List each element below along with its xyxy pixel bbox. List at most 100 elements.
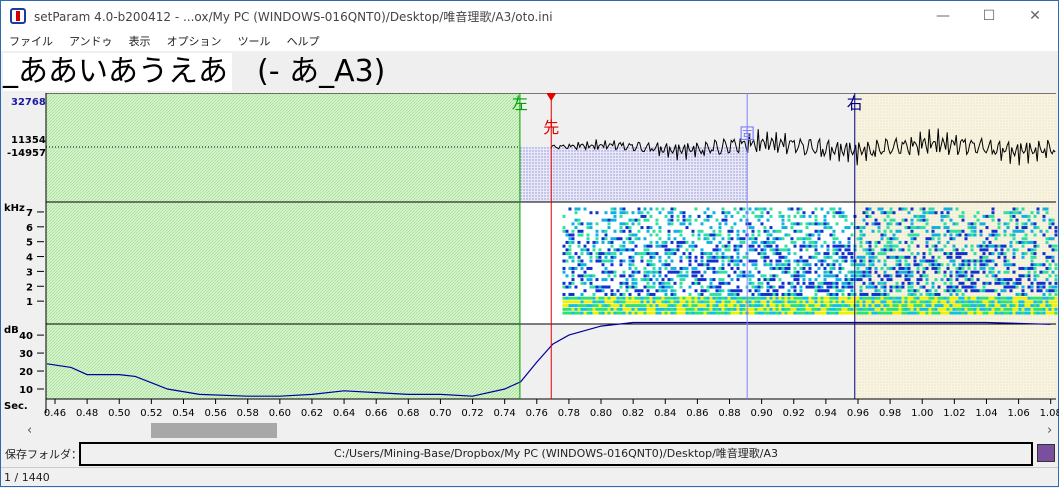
spectrogram-cell xyxy=(946,207,950,211)
spectrogram-cell xyxy=(616,248,620,252)
spectrogram-cell xyxy=(751,285,755,289)
spectrogram-cell xyxy=(910,233,914,237)
spectrogram-cell xyxy=(862,281,866,285)
menu-view[interactable]: 表示 xyxy=(129,33,151,49)
spectrogram-cell xyxy=(922,259,926,263)
spectrogram-cell xyxy=(568,237,572,241)
x-tick-label: 1.04 xyxy=(975,408,997,419)
spectrogram-cell xyxy=(739,244,743,248)
scroll-left-button[interactable]: ‹ xyxy=(27,423,32,438)
horizontal-scrollbar[interactable]: ‹ › xyxy=(1,421,1058,441)
spectrogram-cell xyxy=(799,307,803,311)
menu-options[interactable]: オプション xyxy=(167,33,222,49)
spectrogram-cell xyxy=(973,270,977,274)
x-tick-label: 0.72 xyxy=(461,408,483,419)
spectrogram-cell xyxy=(946,214,950,218)
spectrogram-cell xyxy=(898,307,902,311)
spectrogram-cell xyxy=(787,300,791,304)
spectrogram-cell xyxy=(787,263,791,267)
spectrogram-cell xyxy=(964,252,968,256)
spectrogram-cell xyxy=(910,207,914,211)
scroll-thumb[interactable] xyxy=(151,423,277,438)
menu-tools[interactable]: ツール xyxy=(238,33,271,49)
spectrogram-cell xyxy=(907,233,911,237)
spectrogram-cell xyxy=(643,218,647,222)
spectrogram-cell xyxy=(1006,263,1010,267)
spectrogram-cell xyxy=(619,285,623,289)
open-folder-icon[interactable] xyxy=(1037,444,1055,462)
spectrogram-cell xyxy=(664,281,668,285)
spectrogram-cell xyxy=(574,211,578,215)
spectrogram-cell xyxy=(691,240,695,244)
spectrogram-cell xyxy=(859,289,863,293)
spectrogram-cell xyxy=(1042,296,1046,300)
spectrogram-cell xyxy=(610,311,614,315)
minimize-button[interactable]: — xyxy=(920,1,966,31)
spectrogram-cell xyxy=(595,252,599,256)
spectrogram-cell xyxy=(940,263,944,267)
spectrogram-cell xyxy=(874,270,878,274)
spectrogram-cell xyxy=(589,311,593,315)
spectrogram-cell xyxy=(820,304,824,308)
spectrogram-cell xyxy=(844,281,848,285)
spectrogram-cell xyxy=(937,307,941,311)
spectrogram-cell xyxy=(607,240,611,244)
spectrogram-cell xyxy=(760,248,764,252)
spectrogram-cell xyxy=(688,285,692,289)
spectrogram-cell xyxy=(613,274,617,278)
spectrogram-cell xyxy=(592,311,596,315)
spectrogram-cell xyxy=(637,304,641,308)
x-tick-label: 0.98 xyxy=(879,408,901,419)
spectrogram-cell xyxy=(961,274,965,278)
spectrogram-cell xyxy=(811,255,815,259)
spectrogram-cell xyxy=(934,307,938,311)
spectrogram-cell xyxy=(712,248,716,252)
maximize-button[interactable]: ☐ xyxy=(966,1,1012,31)
spectrogram-cell xyxy=(682,252,686,256)
spectrogram-cell xyxy=(838,311,842,315)
spectrogram-cell xyxy=(976,270,980,274)
spectrogram-cell xyxy=(841,252,845,256)
spectrogram-cell xyxy=(958,270,962,274)
spectrogram-cell xyxy=(661,281,665,285)
spectrogram-cell xyxy=(994,281,998,285)
spectrogram-cell xyxy=(631,218,635,222)
scroll-right-button[interactable]: › xyxy=(1047,423,1052,438)
waveform-editor[interactable]: 左先 固右 32768 11354 -14957 kHz dB Sec. 7654… xyxy=(1,93,1059,421)
spectrogram-cell xyxy=(628,229,632,233)
spectrogram-cell xyxy=(979,259,983,263)
spectrogram-cell xyxy=(940,311,944,315)
close-button[interactable]: ✕ xyxy=(1012,1,1058,31)
spectrogram-cell xyxy=(766,292,770,296)
spectrogram-cell xyxy=(787,248,791,252)
spectrogram-cell xyxy=(1045,289,1049,293)
menu-file[interactable]: ファイル xyxy=(9,33,53,49)
spectrogram-cell xyxy=(799,244,803,248)
spectrogram-cell xyxy=(643,311,647,315)
spectrogram-cell xyxy=(982,300,986,304)
spectrogram-cell xyxy=(901,248,905,252)
spectrogram-cell xyxy=(613,270,617,274)
save-folder-path[interactable]: C:/Users/Mining-Base/Dropbox/My PC (WIND… xyxy=(79,442,1033,466)
spectrogram-cell xyxy=(733,289,737,293)
spectrogram-cell xyxy=(718,270,722,274)
spectrogram-cell xyxy=(940,300,944,304)
spectrogram-cell xyxy=(856,307,860,311)
spectrogram-cell xyxy=(1039,229,1043,233)
menu-undo[interactable]: アンドゥ xyxy=(69,33,113,49)
spectrogram-cell xyxy=(859,229,863,233)
spectrogram-cell xyxy=(811,307,815,311)
spectrogram-cell xyxy=(595,300,599,304)
spectrogram-cell xyxy=(886,240,890,244)
spectrogram-cell xyxy=(670,240,674,244)
spectrogram-cell xyxy=(1006,296,1010,300)
spectrogram-cell xyxy=(718,296,722,300)
spectrogram-cell xyxy=(778,248,782,252)
spectrogram-cell xyxy=(817,274,821,278)
spectrogram-cell xyxy=(661,240,665,244)
spectrogram-cell xyxy=(673,237,677,241)
spectrogram-cell xyxy=(844,244,848,248)
spectrogram-cell xyxy=(859,292,863,296)
menu-help[interactable]: ヘルプ xyxy=(287,33,320,49)
spectrogram-cell xyxy=(889,304,893,308)
